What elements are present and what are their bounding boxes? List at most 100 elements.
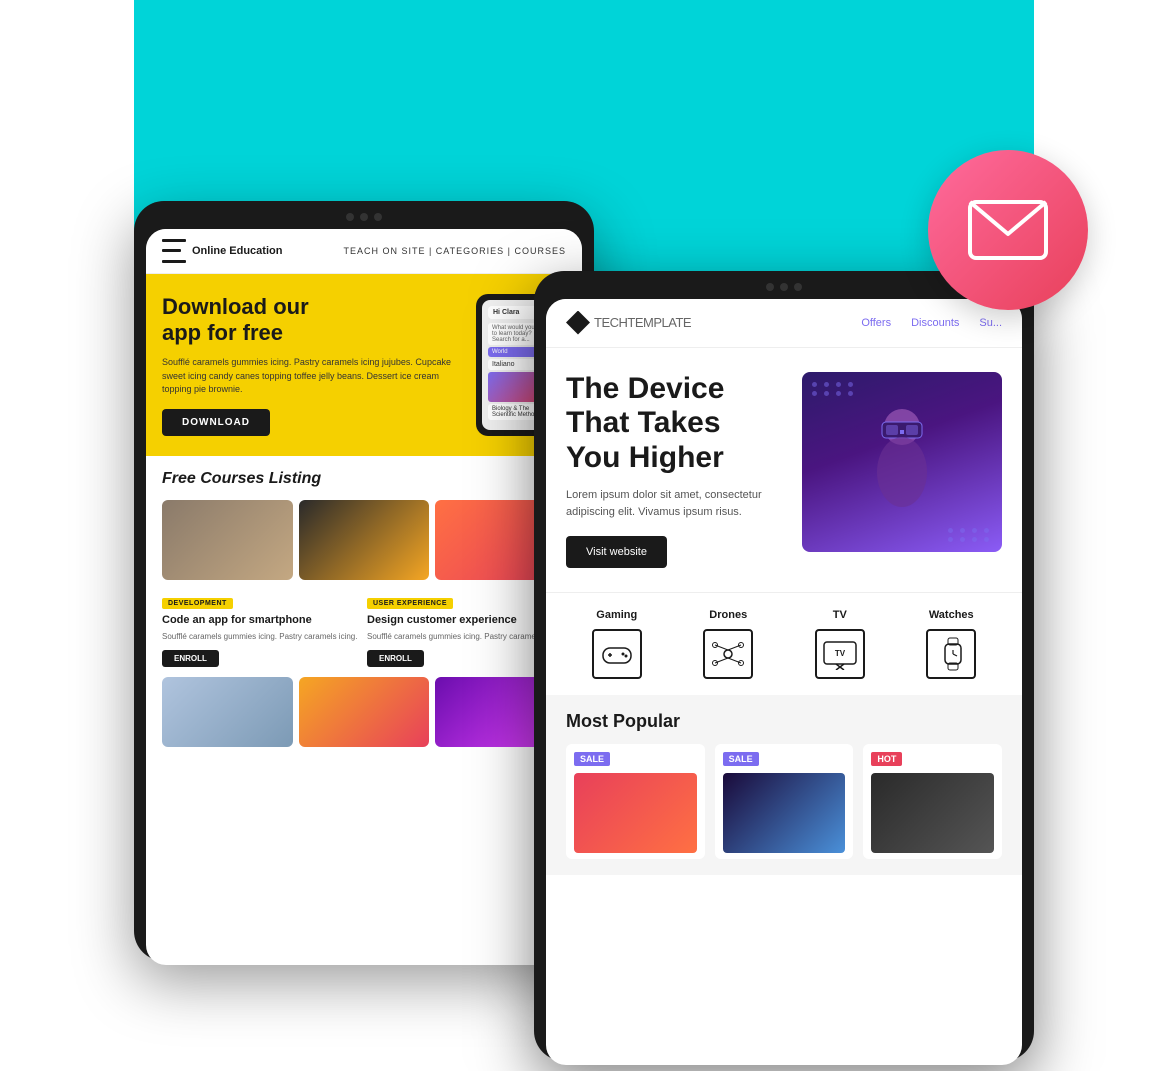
bottom-image-2	[299, 677, 430, 747]
dot	[374, 213, 382, 221]
popular-products-row: SALE SALE HOT	[566, 744, 1002, 859]
product-image-2	[723, 773, 846, 853]
product-card-3: HOT	[863, 744, 1002, 859]
product-image-3	[871, 773, 994, 853]
vr-dot	[848, 382, 853, 387]
tech-hero-description: Lorem ipsum dolor sit amet, consectetur …	[566, 487, 782, 520]
vr-dot	[972, 528, 977, 533]
vr-dot	[824, 391, 829, 396]
gaming-icon	[592, 629, 642, 679]
tablet-left-screen: Online Education TEACH ON SITE | CATEGOR…	[146, 229, 582, 965]
edu-hero-text: Download our app for free Soufflé carame…	[162, 294, 464, 436]
product-badge-2: SALE	[723, 752, 759, 766]
vr-dot	[848, 391, 853, 396]
tablets-container: Online Education TEACH ON SITE | CATEGOR…	[134, 141, 1034, 991]
bottom-image-1	[162, 677, 293, 747]
product-card-2: SALE	[715, 744, 854, 859]
mail-icon-container	[928, 150, 1088, 310]
vr-dot	[948, 528, 953, 533]
vr-dot	[960, 528, 965, 533]
vr-dot	[812, 391, 817, 396]
edu-hero-description: Soufflé caramels gummies icing. Pastry c…	[162, 356, 464, 397]
vr-dot	[972, 537, 977, 542]
tech-nav-links: Offers Discounts Su...	[861, 317, 1002, 329]
product-image-1	[574, 773, 697, 853]
edu-logo-text: Online Education	[192, 245, 282, 257]
tech-categories: Gaming	[546, 592, 1022, 695]
course-image-2	[299, 500, 430, 580]
visit-website-button[interactable]: Visit website	[566, 536, 667, 568]
tech-hero-image	[802, 372, 1002, 552]
vr-figure	[802, 372, 1002, 552]
course-tag-ux: USER EXPERIENCE	[367, 598, 453, 609]
tech-logo-text: TECHTEMPLATE	[594, 315, 691, 330]
edu-courses-section: Free Courses Listing DEVELOPMENT Code an…	[146, 456, 582, 761]
tech-hero-text: The Device That Takes You Higher Lorem i…	[566, 372, 782, 569]
vr-dot	[824, 382, 829, 387]
course-images-row	[162, 500, 566, 580]
edu-logo: Online Education	[162, 239, 282, 263]
logo-bar	[162, 249, 181, 252]
watches-icon	[926, 629, 976, 679]
vr-dots-top	[812, 382, 856, 396]
popular-heading: Most Popular	[566, 711, 1002, 732]
course-card-1: DEVELOPMENT Code an app for smartphone S…	[162, 592, 361, 667]
tech-nav-offers[interactable]: Offers	[861, 317, 891, 329]
tablet-left-dots	[146, 213, 582, 221]
vr-dots-bottom	[948, 528, 992, 542]
courses-heading: Free Courses Listing	[162, 470, 566, 488]
edu-hero-heading: Download our app for free	[162, 294, 464, 347]
svg-text:TV: TV	[835, 649, 846, 658]
edu-nav-links: TEACH ON SITE | CATEGORIES | COURSES	[343, 246, 566, 256]
tech-logo-mark	[566, 311, 590, 335]
course-image-1	[162, 500, 293, 580]
course-desc-1: Soufflé caramels gummies icing. Pastry c…	[162, 631, 361, 642]
vr-dot	[984, 537, 989, 542]
vr-dot	[836, 391, 841, 396]
vr-dot	[960, 537, 965, 542]
vr-dot	[984, 528, 989, 533]
mail-icon	[968, 200, 1048, 260]
edu-navbar: Online Education TEACH ON SITE | CATEGOR…	[146, 229, 582, 274]
tech-nav-discounts[interactable]: Discounts	[911, 317, 959, 329]
course-tag-development: DEVELOPMENT	[162, 598, 233, 609]
tech-popular: Most Popular SALE SALE HOT	[546, 695, 1022, 875]
tech-hero-heading: The Device That Takes You Higher	[566, 372, 782, 476]
category-watches-label: Watches	[901, 609, 1003, 621]
category-tv: TV TV	[789, 609, 891, 679]
edu-logo-icon	[162, 239, 186, 263]
category-drones: Drones	[678, 609, 780, 679]
course-bottom-images	[162, 677, 566, 747]
category-gaming: Gaming	[566, 609, 668, 679]
scene: Online Education TEACH ON SITE | CATEGOR…	[0, 0, 1168, 1071]
logo-bar	[162, 239, 186, 242]
logo-bar	[162, 260, 186, 263]
edu-hero: Download our app for free Soufflé carame…	[146, 274, 582, 456]
category-watches: Watches	[901, 609, 1003, 679]
dot	[794, 283, 802, 291]
vr-dot	[812, 382, 817, 387]
tablet-left: Online Education TEACH ON SITE | CATEGOR…	[134, 201, 594, 961]
product-badge-3: HOT	[871, 752, 902, 766]
tech-navbar: TECHTEMPLATE Offers Discounts Su...	[546, 299, 1022, 348]
tech-logo: TECHTEMPLATE	[566, 311, 691, 335]
course-cards-row: DEVELOPMENT Code an app for smartphone S…	[162, 592, 566, 667]
dot	[766, 283, 774, 291]
category-tv-label: TV	[789, 609, 891, 621]
tech-hero: The Device That Takes You Higher Lorem i…	[546, 348, 1022, 593]
edu-download-button[interactable]: DOWNLOAD	[162, 409, 270, 436]
enroll-button-2[interactable]: ENROLL	[367, 650, 424, 667]
tablet-right: TECHTEMPLATE Offers Discounts Su... The …	[534, 271, 1034, 1061]
vr-dot	[948, 537, 953, 542]
categories-row: Gaming	[566, 609, 1002, 679]
category-drones-label: Drones	[678, 609, 780, 621]
tv-icon: TV	[815, 629, 865, 679]
tech-nav-sub[interactable]: Su...	[979, 317, 1002, 329]
tablet-right-screen: TECHTEMPLATE Offers Discounts Su... The …	[546, 299, 1022, 1065]
drones-icon	[703, 629, 753, 679]
dot	[780, 283, 788, 291]
dot	[360, 213, 368, 221]
enroll-button-1[interactable]: ENROLL	[162, 650, 219, 667]
vr-person-icon	[862, 402, 942, 522]
course-title-1: Code an app for smartphone	[162, 613, 361, 627]
